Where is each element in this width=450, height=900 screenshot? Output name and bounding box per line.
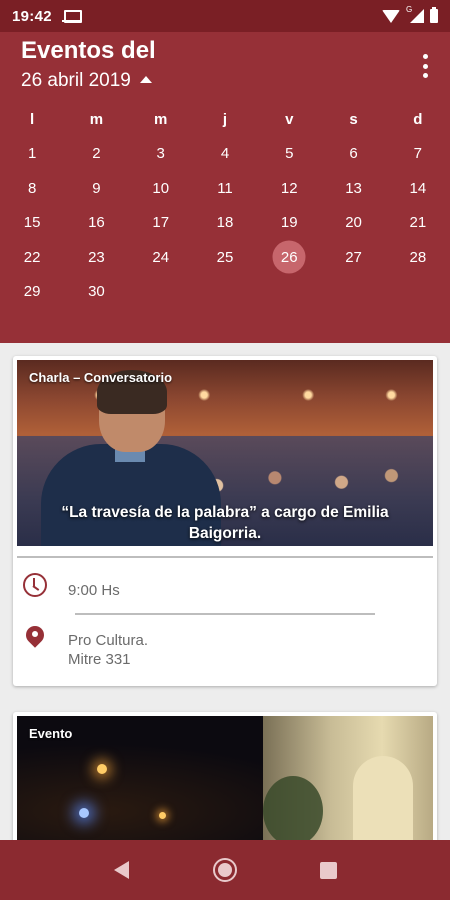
calendar-day-16[interactable]: 16 xyxy=(64,206,128,241)
recents-icon[interactable] xyxy=(319,861,337,879)
back-icon[interactable] xyxy=(114,861,130,879)
calendar-week-row: 1234567 xyxy=(0,137,450,172)
calendar-header: Eventos del 26 abril 2019 l m m j v s d … xyxy=(0,32,450,343)
calendar-week-row: 29 30 xyxy=(0,275,450,310)
calendar-day-3[interactable]: 3 xyxy=(129,137,193,172)
calendar-day-5[interactable]: 5 xyxy=(257,137,321,172)
calendar-day-21[interactable]: 21 xyxy=(386,206,450,241)
calendar-day-1[interactable]: 1 xyxy=(0,137,64,172)
weekday-label: m xyxy=(154,110,168,128)
calendar-day-10[interactable]: 10 xyxy=(129,171,193,206)
calendar-day-8[interactable]: 8 xyxy=(0,171,64,206)
calendar-day-29[interactable]: 29 xyxy=(0,275,64,310)
calendar-empty-cell xyxy=(129,275,193,310)
calendar-day-23[interactable]: 23 xyxy=(64,240,128,275)
calendar-week-row: 22 23 24 25 26 27 28 xyxy=(0,240,450,275)
calendar-empty-cell xyxy=(321,275,385,310)
weekday-label: d xyxy=(413,110,423,128)
chevron-up-icon[interactable] xyxy=(139,75,152,83)
calendar-day-4[interactable]: 4 xyxy=(193,137,257,172)
event-image[interactable]: Charla – Conversatorio “La travesía de l… xyxy=(17,360,433,546)
calendar-day-24[interactable]: 24 xyxy=(129,240,193,275)
calendar-day-15[interactable]: 15 xyxy=(0,206,64,241)
calendar-day-6[interactable]: 6 xyxy=(321,137,385,172)
event-location-line1: Pro Cultura. xyxy=(68,632,149,649)
event-card[interactable]: Charla – Conversatorio “La travesía de l… xyxy=(13,356,437,686)
calendar-grid: l m m j v s d 1 2 3 4 5 6 7 8 9 10 11 12 13 14 15 16 17 1… xyxy=(0,102,450,309)
weekday-label: v xyxy=(285,110,294,128)
calendar-day-13[interactable]: 13 xyxy=(321,171,385,206)
calendar-day-14[interactable]: 14 xyxy=(386,171,450,206)
weekday-label: m xyxy=(89,110,104,128)
divider xyxy=(75,613,375,615)
status-time: 19:42 xyxy=(12,7,52,25)
calendar-day-26[interactable]: 26 xyxy=(257,240,321,275)
event-image[interactable]: Evento xyxy=(17,716,433,852)
event-card[interactable]: Evento xyxy=(13,712,437,852)
calendar-day-11[interactable]: 11 xyxy=(193,171,257,206)
back-button[interactable] xyxy=(98,846,146,894)
battery-icon xyxy=(430,7,438,23)
weekday-label: j xyxy=(222,110,228,128)
location-pin-icon xyxy=(26,626,44,650)
event-location-line2: Mitre 331 xyxy=(68,651,131,668)
overflow-menu-icon[interactable] xyxy=(418,54,432,78)
calendar-empty-cell xyxy=(257,275,321,310)
clock-icon xyxy=(23,573,47,597)
calendar-empty-cell xyxy=(193,275,257,310)
event-category: Evento xyxy=(29,726,73,741)
calendar-day-18[interactable]: 18 xyxy=(193,206,257,241)
weekday-label: s xyxy=(349,110,358,128)
wifi-icon xyxy=(382,9,400,23)
calendar-week-row: 8 9 10 11 12 13 14 xyxy=(0,171,450,206)
event-location: Pro Cultura. Mitre 331 xyxy=(68,631,148,669)
calendar-day-17[interactable]: 17 xyxy=(129,206,193,241)
calendar-day-7[interactable]: 7 xyxy=(386,137,450,172)
calendar-empty-cell xyxy=(386,275,450,310)
recents-button[interactable] xyxy=(304,846,352,894)
date-selector[interactable]: 26 abril 2019 xyxy=(21,70,152,92)
selected-date[interactable]: 26 abril 2019 xyxy=(21,70,131,92)
status-icons: G xyxy=(382,5,438,23)
calendar-day-25[interactable]: 25 xyxy=(193,240,257,275)
calendar-day-20[interactable]: 20 xyxy=(321,206,385,241)
event-time: 9:00 Hs xyxy=(68,582,120,599)
calendar-day-30[interactable]: 30 xyxy=(64,275,128,310)
weekday-label: l xyxy=(30,110,35,128)
calendar-day-28[interactable]: 28 xyxy=(386,240,450,275)
status-bar: 19:42 G xyxy=(0,0,450,32)
calendar-day-27[interactable]: 27 xyxy=(321,240,385,275)
calendar-week-row: 15 16 17 18 19 20 21 xyxy=(0,206,450,241)
system-nav-bar xyxy=(0,840,450,900)
home-button[interactable] xyxy=(201,846,249,894)
calendar-day-19[interactable]: 19 xyxy=(257,206,321,241)
weekday-header-row: l m m j v s d xyxy=(0,102,450,137)
page-title: Eventos del xyxy=(21,37,156,64)
home-icon[interactable] xyxy=(212,858,237,882)
event-category: Charla – Conversatorio xyxy=(29,370,173,385)
calendar-day-22[interactable]: 22 xyxy=(0,240,64,275)
divider xyxy=(17,556,433,558)
calendar-day-9[interactable]: 9 xyxy=(64,171,128,206)
event-title: “La travesía de la palabra” a cargo de E… xyxy=(61,504,389,542)
cell-signal-icon: G xyxy=(406,5,424,23)
laptop-icon xyxy=(61,10,82,23)
calendar-day-2[interactable]: 2 xyxy=(64,137,128,172)
calendar-day-12[interactable]: 12 xyxy=(257,171,321,206)
